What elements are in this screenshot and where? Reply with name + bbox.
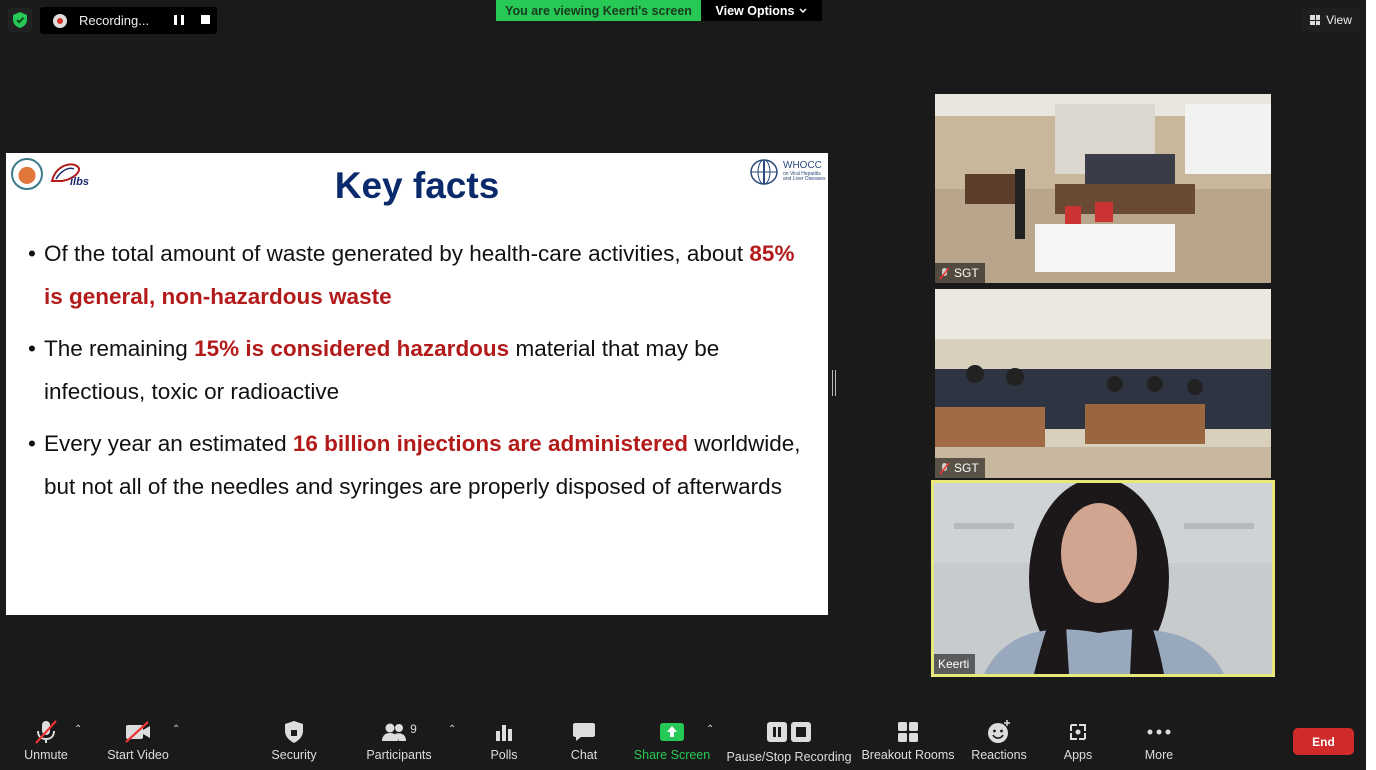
pause-icon: [767, 722, 787, 742]
video-camera-off-icon: [125, 721, 150, 743]
chat-button[interactable]: Chat: [564, 718, 604, 766]
view-options-label: View Options: [715, 3, 795, 18]
mic-muted-icon: [939, 266, 950, 280]
speaker-video-image: [934, 483, 1272, 674]
unmute-button[interactable]: Unmute: [18, 718, 74, 766]
polls-bar-chart-icon: [496, 725, 512, 741]
start-video-button[interactable]: Start Video: [104, 718, 172, 766]
apps-icon: [1070, 724, 1086, 740]
breakout-rooms-grid-icon: [898, 722, 918, 742]
window-edge: [1366, 0, 1376, 770]
polls-button[interactable]: Polls: [484, 718, 524, 766]
chat-label: Chat: [570, 748, 598, 762]
video-tile-sgt-1[interactable]: SGT: [935, 94, 1271, 283]
recording-label: Recording...: [79, 13, 150, 28]
view-button[interactable]: View: [1302, 8, 1360, 32]
audio-options-chevron-icon[interactable]: ⌃: [74, 724, 82, 735]
recording-indicator: Recording...: [40, 7, 217, 34]
stop-recording-icon[interactable]: [201, 15, 210, 24]
view-options-button[interactable]: View Options: [701, 0, 822, 21]
classroom-video-image: [935, 94, 1271, 283]
breakout-rooms-label: Breakout Rooms: [861, 748, 955, 762]
microphone-muted-icon: [35, 720, 57, 744]
mic-muted-icon: [939, 461, 950, 475]
video-tile-sgt-2[interactable]: SGT: [935, 289, 1271, 478]
apps-button[interactable]: Apps: [1058, 718, 1098, 766]
more-label: More: [1144, 748, 1174, 762]
share-screen-button[interactable]: Share Screen: [634, 718, 710, 766]
viewing-screen-banner: You are viewing Keerti's screen: [496, 0, 701, 21]
share-screen-label: Share Screen: [633, 748, 711, 762]
breakout-rooms-button[interactable]: Breakout Rooms: [861, 718, 955, 766]
end-meeting-button[interactable]: End: [1293, 728, 1354, 755]
share-screen-arrow-icon: [660, 723, 684, 741]
share-options-chevron-icon[interactable]: ⌃: [706, 724, 714, 735]
video-options-chevron-icon[interactable]: ⌃: [172, 724, 180, 735]
security-button[interactable]: Security: [266, 718, 322, 766]
participants-count: 9: [410, 722, 417, 736]
participants-label: Participants: [366, 748, 432, 762]
grid-view-icon: [1310, 15, 1321, 25]
pause-recording-icon[interactable]: [174, 15, 184, 25]
reactions-button[interactable]: Reactions: [970, 718, 1028, 766]
recording-dot-icon: [53, 13, 67, 28]
participant-name-label: SGT: [935, 458, 985, 478]
pause-stop-recording-button[interactable]: Pause/Stop Recording: [726, 718, 852, 766]
shared-screen-slide: ilbs WHOCC on Viral Hepatitis and Liver …: [6, 153, 828, 615]
panel-splitter-handle[interactable]: [832, 370, 836, 396]
bullet-item: The remaining 15% is considered hazardou…: [28, 327, 818, 413]
reactions-smiley-icon: [988, 720, 1010, 743]
reactions-label: Reactions: [971, 748, 1027, 762]
participant-name-label: SGT: [935, 263, 985, 283]
apps-label: Apps: [1063, 748, 1093, 762]
classroom-video-image: [935, 289, 1271, 478]
bullet-highlight: 15% is considered hazardous: [194, 336, 510, 361]
pause-stop-recording-label: Pause/Stop Recording: [726, 750, 852, 764]
security-label: Security: [271, 748, 317, 762]
chat-bubble-icon: [573, 723, 595, 741]
participant-name-label: Keerti: [934, 654, 976, 674]
unmute-label: Unmute: [24, 748, 68, 762]
stop-icon: [791, 722, 811, 742]
bullet-highlight: 16 billion injections are administered: [292, 431, 688, 456]
video-tile-keerti[interactable]: Keerti: [931, 480, 1275, 677]
slide-title: Key facts: [334, 165, 500, 206]
encryption-shield-icon[interactable]: [8, 8, 32, 32]
view-label: View: [1326, 13, 1352, 27]
participants-options-chevron-icon[interactable]: ⌃: [448, 724, 456, 735]
more-dots-icon: [1147, 729, 1171, 735]
bullet-list: Of the total amount of waste generated b…: [28, 232, 818, 517]
bullet-item: Every year an estimated 16 billion injec…: [28, 422, 818, 508]
participants-icon: [382, 723, 407, 741]
chevron-down-icon: [799, 7, 807, 13]
polls-label: Polls: [490, 748, 518, 762]
bullet-item: Of the total amount of waste generated b…: [28, 232, 818, 318]
security-shield-icon: [285, 721, 303, 743]
more-button[interactable]: More: [1138, 718, 1180, 766]
participants-button[interactable]: 9 Participants: [366, 718, 432, 766]
start-video-label: Start Video: [107, 748, 169, 762]
